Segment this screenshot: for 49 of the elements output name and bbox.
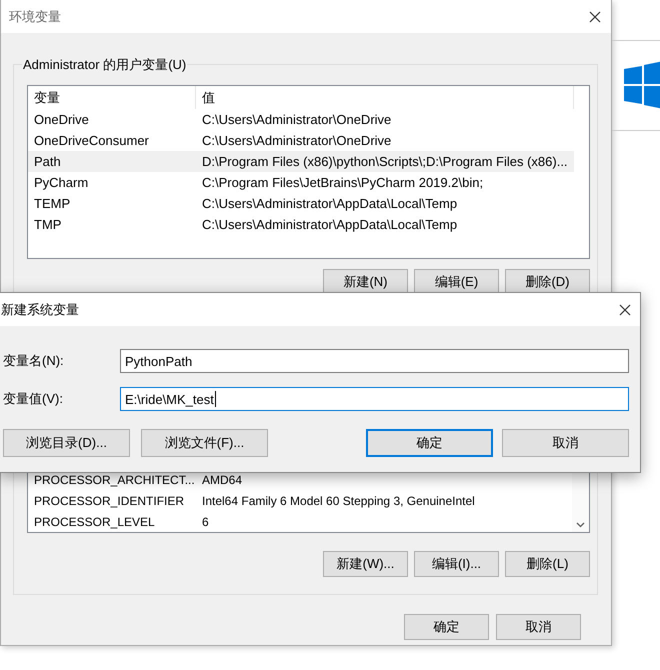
variable-row[interactable]: TEMP C:\Users\Administrator\AppData\Local\Temp	[28, 193, 574, 214]
dialog-button[interactable]: 确定	[404, 614, 489, 640]
chevron-down-icon[interactable]	[576, 522, 585, 528]
variable-value: Intel64 Family 6 Model 60 Stepping 3, GenuineIntel	[201, 494, 476, 508]
windows-logo-icon	[624, 61, 660, 109]
variable-name: Path	[33, 154, 62, 169]
browse-button[interactable]: 浏览文件(F)...	[141, 429, 268, 457]
variable-row[interactable]: PROCESSOR_IDENTIFIER Intel64 Family 6 Model 60 Stepping 3, GenuineIntel	[28, 490, 574, 511]
variable-name: PyCharm	[33, 175, 90, 190]
window-title: 环境变量	[9, 8, 61, 26]
field-label: 变量名(N):	[3, 352, 65, 370]
variable-name: PROCESSOR_LEVEL	[33, 514, 156, 528]
variable-name: TMP	[33, 217, 62, 232]
variable-name: OneDriveConsumer	[33, 133, 150, 148]
variable-row[interactable]: Path D:\Program Files (x86)\python\Scripts\;D:\Program Files (x86)...	[28, 151, 574, 172]
variable-row[interactable]: OneDriveConsumer C:\Users\Administrator\OneDrive	[28, 130, 574, 151]
variable-value: AMD64	[201, 472, 244, 486]
variable-row[interactable]: PROCESSOR_ARCHITECT... AMD64	[28, 469, 574, 490]
variable-value: C:\Users\Administrator\AppData\Local\Temp	[201, 196, 458, 211]
column-header[interactable]: 变量	[28, 86, 196, 109]
browse-button[interactable]: 浏览目录(D)...	[3, 429, 130, 457]
variable-name: PROCESSOR_ARCHITECT...	[33, 472, 196, 486]
field-label: 变量值(V):	[3, 390, 64, 408]
variable-name: TEMP	[33, 196, 72, 211]
variable-value: 6	[201, 514, 210, 528]
variable-row[interactable]: TMP C:\Users\Administrator\AppData\Local\Temp	[28, 214, 574, 235]
dialog-title: 新建系统变量	[1, 300, 79, 318]
dialog-button[interactable]: 取消	[502, 429, 629, 457]
variable-row[interactable]: OneDrive C:\Users\Administrator\OneDrive	[28, 109, 574, 130]
variable-row[interactable]: PROCESSOR_LEVEL 6	[28, 511, 574, 532]
close-icon[interactable]	[589, 10, 601, 22]
input-field[interactable]: PythonPath	[120, 349, 629, 373]
variable-row[interactable]: PyCharm C:\Program Files\JetBrains\PyCharm 2019.2\bin;	[28, 172, 574, 193]
column-header[interactable]: 值	[196, 86, 574, 109]
dialog-button[interactable]: 新建(W)...	[323, 551, 408, 577]
group-label: Administrator 的用户变量(U)	[22, 56, 188, 74]
variable-name: PROCESSOR_IDENTIFIER	[33, 494, 186, 508]
close-icon[interactable]	[619, 304, 631, 316]
variable-name: OneDrive	[33, 112, 90, 127]
variable-value: C:\Users\Administrator\OneDrive	[201, 133, 392, 148]
dialog-button[interactable]: 编辑(I)...	[414, 551, 499, 577]
input-field[interactable]: E:\ride\MK_test	[120, 387, 629, 411]
variable-value: C:\Users\Administrator\OneDrive	[201, 112, 392, 127]
dialog-button[interactable]: 删除(L)	[505, 551, 590, 577]
dialog-button[interactable]: 确定	[366, 429, 493, 457]
variable-value: C:\Program Files\JetBrains\PyCharm 2019.2\bin;	[201, 175, 484, 190]
variable-value: D:\Program Files (x86)\python\Scripts\;D:\Program Files (x86)...	[201, 154, 569, 169]
dialog-button[interactable]: 取消	[496, 614, 581, 640]
variable-value: C:\Users\Administrator\AppData\Local\Temp	[201, 217, 458, 232]
